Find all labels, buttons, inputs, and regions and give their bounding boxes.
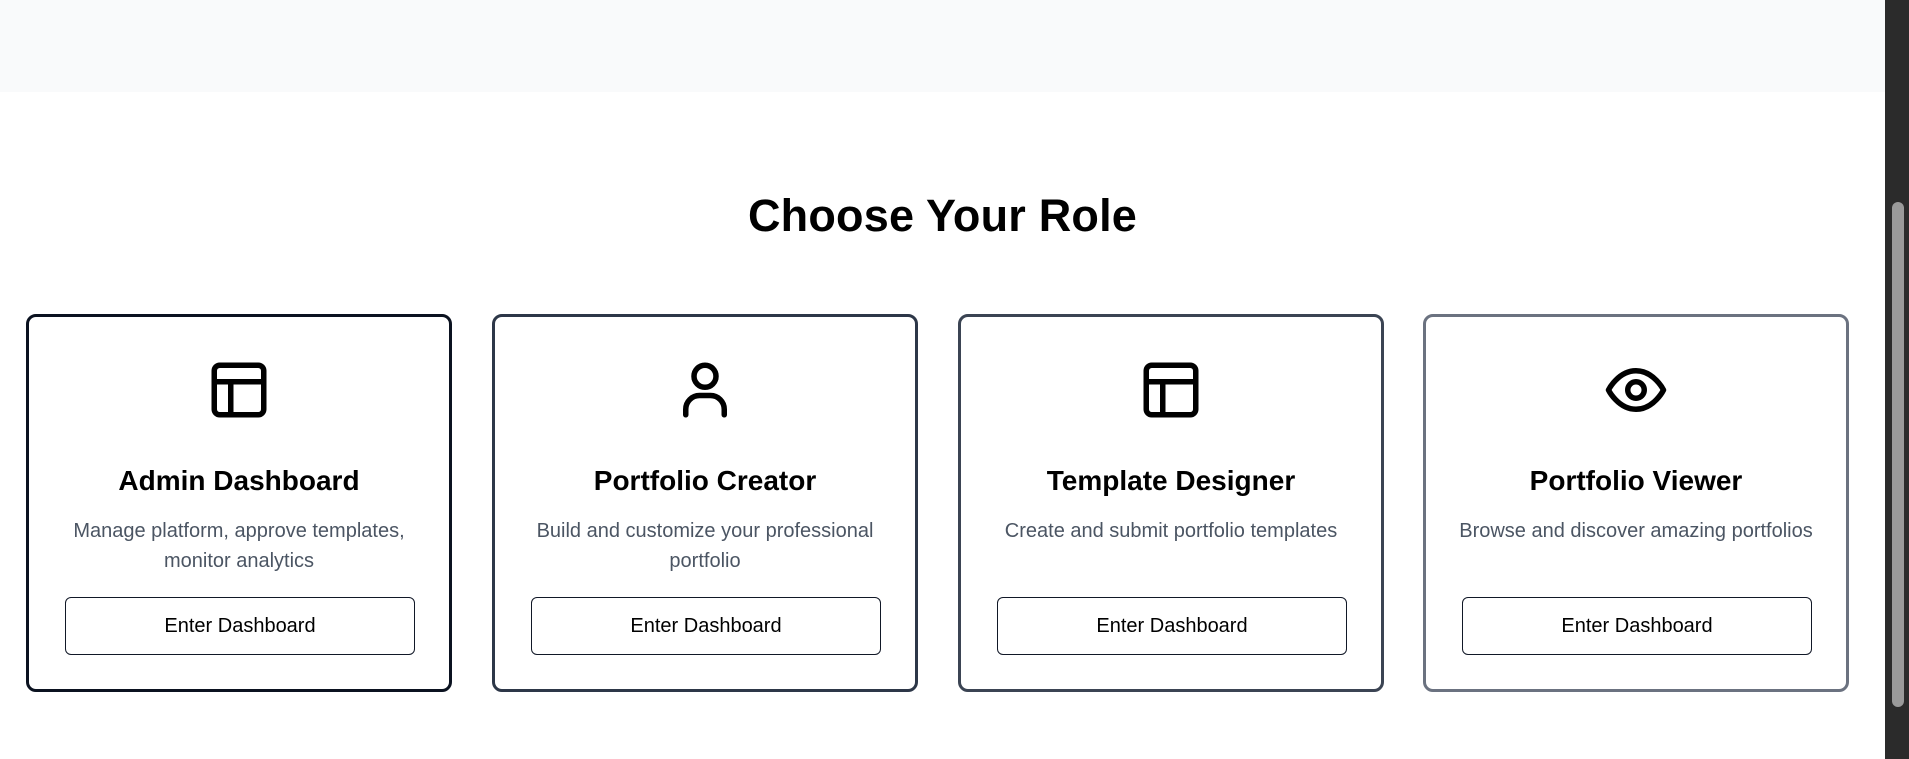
enter-dashboard-button[interactable]: Enter Dashboard (65, 597, 415, 655)
card-description: Browse and discover amazing portfolios (1459, 520, 1813, 542)
card-description: Manage platform, approve templates, moni… (73, 520, 405, 572)
page: Choose Your Role Admin Dashboard Manage … (0, 0, 1885, 759)
role-card-viewer: Portfolio Viewer Browse and discover ama… (1423, 314, 1849, 692)
enter-dashboard-button[interactable]: Enter Dashboard (531, 597, 881, 655)
card-title: Template Designer (1046, 465, 1296, 496)
layout-icon (1138, 357, 1204, 423)
card-title: Portfolio Viewer (1529, 465, 1743, 496)
role-card-designer: Template Designer Create and submit port… (958, 314, 1384, 692)
header-band (0, 0, 1885, 92)
eye-icon (1603, 357, 1669, 423)
user-icon (672, 357, 738, 423)
layout-icon (206, 357, 272, 423)
enter-dashboard-button[interactable]: Enter Dashboard (997, 597, 1347, 655)
role-card-admin: Admin Dashboard Manage platform, approve… (26, 314, 452, 692)
section-title: Choose Your Role (747, 190, 1138, 241)
card-description: Build and customize your professional po… (536, 520, 874, 572)
enter-dashboard-button[interactable]: Enter Dashboard (1462, 597, 1812, 655)
card-title: Admin Dashboard (118, 465, 360, 496)
scrollbar-thumb[interactable] (1892, 202, 1904, 707)
role-card-creator: Portfolio Creator Build and customize yo… (492, 314, 918, 692)
role-cards: Admin Dashboard Manage platform, approve… (26, 314, 1852, 694)
card-description: Create and submit portfolio templates (1004, 520, 1338, 542)
card-title: Portfolio Creator (593, 465, 817, 496)
